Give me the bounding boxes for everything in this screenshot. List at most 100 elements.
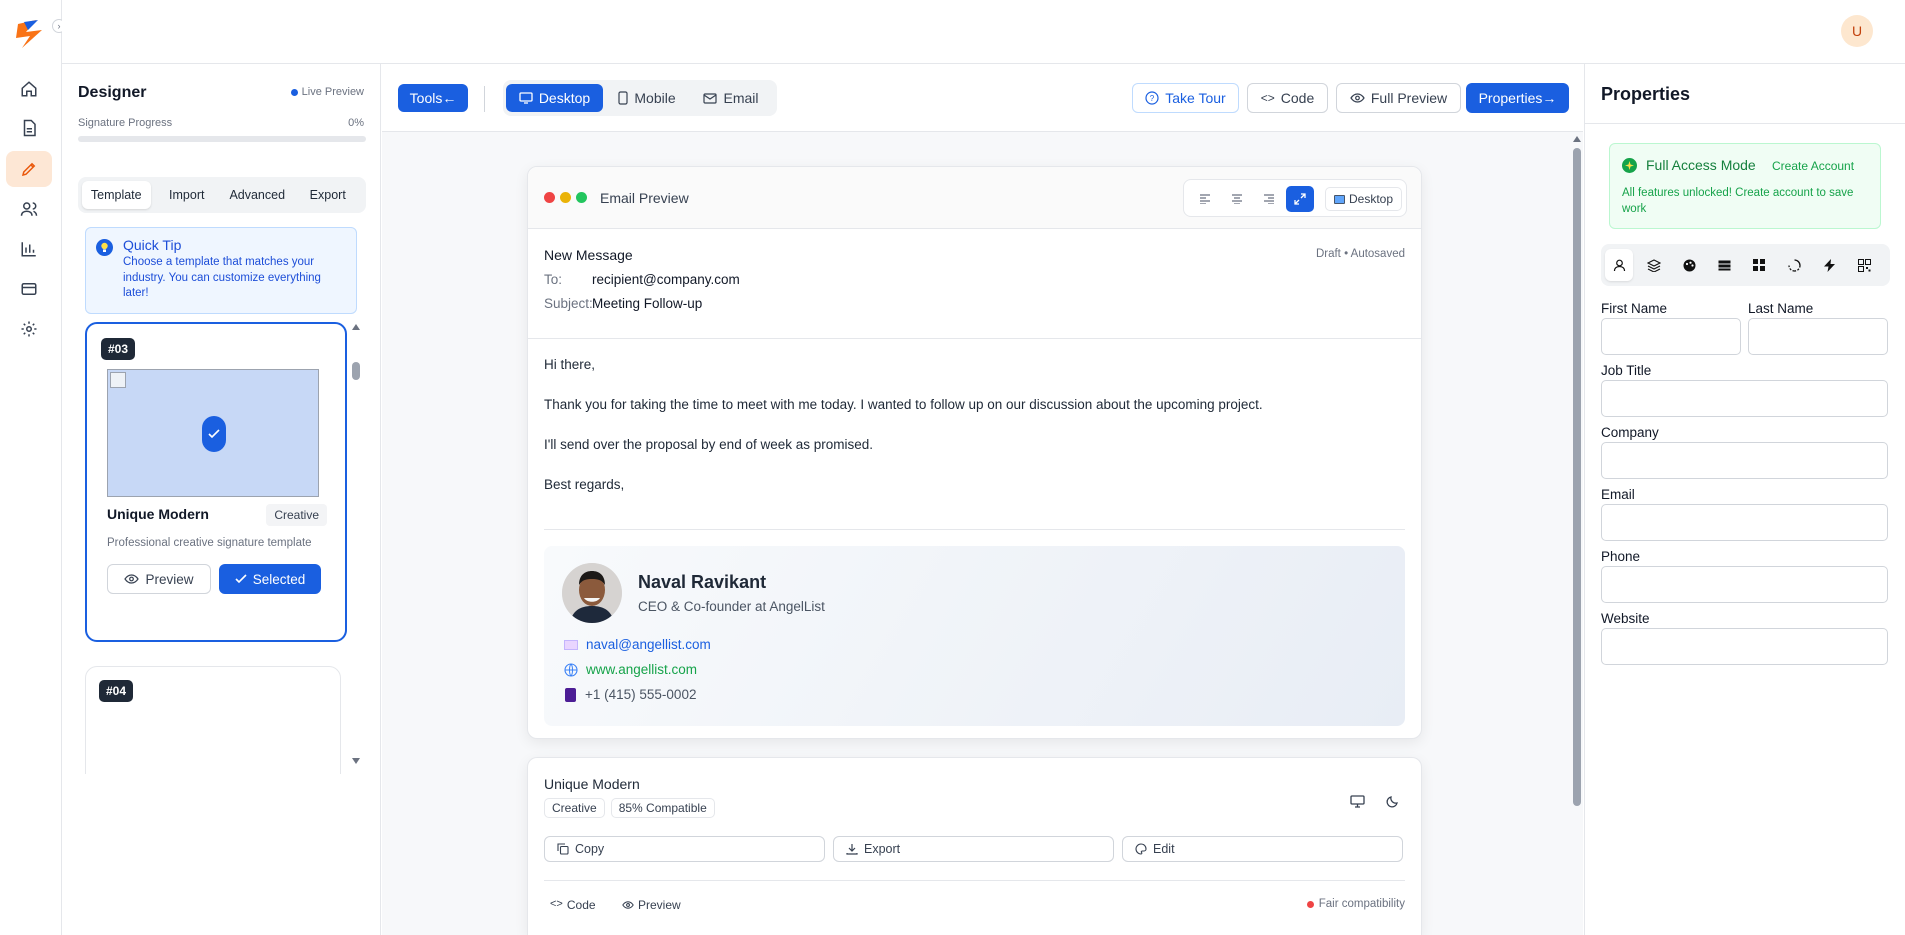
first-name-field[interactable]: [1601, 318, 1741, 355]
chart-icon[interactable]: [6, 231, 52, 267]
align-center-icon[interactable]: [1224, 188, 1250, 210]
expand-icon[interactable]: [1286, 186, 1314, 212]
signature-title: CEO & Co-founder at AngelList: [638, 599, 825, 614]
view-desktop-button[interactable]: Desktop: [506, 84, 603, 112]
properties-button[interactable]: Properties→: [1466, 83, 1569, 113]
template-thumbnail[interactable]: [107, 369, 319, 497]
scroll-up-icon[interactable]: [1573, 136, 1581, 142]
bolt-icon[interactable]: [1815, 249, 1843, 281]
last-name-label: Last Name: [1748, 301, 1814, 316]
desktop-emoji-icon: [1333, 194, 1345, 204]
align-left-icon[interactable]: [1192, 188, 1218, 210]
signature-website[interactable]: www.angellist.com: [586, 662, 697, 677]
tab-import[interactable]: Import: [153, 181, 222, 209]
window-maximize-dot[interactable]: [576, 192, 587, 203]
template-preview-button[interactable]: Preview: [107, 564, 211, 594]
mail-icon: [703, 92, 718, 104]
tab-template[interactable]: Template: [82, 181, 151, 209]
view-mobile-button[interactable]: Mobile: [609, 84, 685, 112]
align-controls: Desktop: [1183, 179, 1407, 217]
access-title: Full Access Mode: [1646, 157, 1756, 173]
live-preview-indicator: Live Preview: [290, 86, 364, 98]
template-selected-button[interactable]: Selected: [219, 564, 321, 594]
scroll-down-icon[interactable]: [352, 758, 360, 764]
signature-website-row[interactable]: www.angellist.com: [564, 662, 697, 677]
company-field[interactable]: [1601, 442, 1888, 479]
person-icon[interactable]: [1605, 249, 1633, 281]
code-button[interactable]: <> Code: [1247, 83, 1328, 113]
svg-text:?: ?: [1150, 94, 1155, 103]
tab-export[interactable]: Export: [294, 181, 363, 209]
template-card[interactable]: #04: [85, 666, 341, 774]
last-name-field[interactable]: [1748, 318, 1888, 355]
grid-icon[interactable]: [1745, 249, 1773, 281]
align-right-icon[interactable]: [1256, 188, 1282, 210]
copy-icon: [557, 843, 569, 855]
progress-label: Signature Progress: [78, 117, 173, 129]
scroll-thumb[interactable]: [352, 362, 360, 380]
pen-icon[interactable]: [6, 151, 52, 187]
take-tour-button[interactable]: ? Take Tour: [1132, 83, 1239, 113]
company-label: Company: [1601, 425, 1659, 440]
signature-email[interactable]: naval@angellist.com: [586, 637, 711, 652]
summary-tag: Creative: [544, 798, 605, 818]
create-account-link[interactable]: Create Account: [1772, 159, 1854, 173]
to-value: recipient@company.com: [592, 272, 740, 287]
palette-icon[interactable]: [1675, 249, 1703, 281]
signature-email-row[interactable]: naval@angellist.com: [564, 637, 711, 652]
animation-icon[interactable]: [1780, 249, 1808, 281]
globe-icon: [564, 662, 578, 677]
copy-label: Copy: [575, 842, 605, 856]
designer-title: Designer: [78, 84, 147, 101]
scroll-up-icon[interactable]: [352, 324, 360, 330]
full-preview-label: Full Preview: [1370, 90, 1448, 106]
window-title: Email Preview: [600, 190, 689, 206]
website-field[interactable]: [1601, 628, 1888, 665]
device-badge[interactable]: Desktop: [1325, 187, 1402, 211]
compat-status-label: Fair compatibility: [1318, 898, 1405, 910]
template-list[interactable]: #03 Unique Modern Creative Professional …: [84, 321, 356, 774]
signature-name: Naval Ravikant: [638, 572, 767, 592]
email-field[interactable]: [1601, 504, 1888, 541]
full-preview-button[interactable]: Full Preview: [1336, 83, 1461, 113]
qr-icon[interactable]: [1850, 249, 1878, 281]
preview-scrollbar[interactable]: [1571, 132, 1583, 935]
tools-button[interactable]: Tools←: [398, 84, 468, 112]
phone-icon: [565, 687, 576, 702]
users-icon[interactable]: [6, 191, 52, 227]
view-email-button[interactable]: Email: [689, 84, 773, 112]
export-button[interactable]: Export: [833, 836, 1114, 862]
status-dot: [1306, 900, 1314, 908]
window-close-dot[interactable]: [544, 192, 555, 203]
home-icon[interactable]: [6, 71, 52, 107]
copy-button[interactable]: Copy: [544, 836, 825, 862]
phone-field[interactable]: [1601, 566, 1888, 603]
edit-label: Edit: [1153, 842, 1175, 856]
access-text: All features unlocked! Create account to…: [1622, 187, 1854, 215]
gear-icon[interactable]: [6, 311, 52, 347]
summary-preview-label: Preview: [638, 898, 681, 912]
card-icon[interactable]: [6, 271, 52, 307]
avatar[interactable]: U: [1841, 15, 1873, 47]
layers-icon[interactable]: [1640, 249, 1668, 281]
job-title-field[interactable]: [1601, 380, 1888, 417]
moon-icon[interactable]: [1383, 791, 1403, 811]
body-line: Best regards,: [544, 477, 625, 492]
summary-preview-link[interactable]: Preview: [622, 898, 681, 912]
template-list-scrollbar[interactable]: [350, 322, 362, 768]
template-number-badge: #04: [99, 680, 134, 702]
check-icon: [235, 574, 247, 584]
scroll-thumb[interactable]: [1573, 148, 1581, 806]
layout-icon[interactable]: [1710, 249, 1738, 281]
template-card-selected[interactable]: #03 Unique Modern Creative Professional …: [85, 322, 347, 642]
checkmark-icon: [202, 416, 226, 452]
tip-text: Choose a template that matches your indu…: [123, 256, 321, 299]
phone-icon: [618, 91, 628, 105]
summary-code-link[interactable]: <> Code: [550, 898, 596, 912]
app-logo[interactable]: [14, 18, 48, 50]
window-minimize-dot[interactable]: [560, 192, 571, 203]
tab-advanced[interactable]: Advanced: [223, 181, 292, 209]
desktop-mode-icon[interactable]: [1347, 791, 1367, 811]
edit-button[interactable]: Edit: [1122, 836, 1403, 862]
document-icon[interactable]: [6, 110, 52, 146]
